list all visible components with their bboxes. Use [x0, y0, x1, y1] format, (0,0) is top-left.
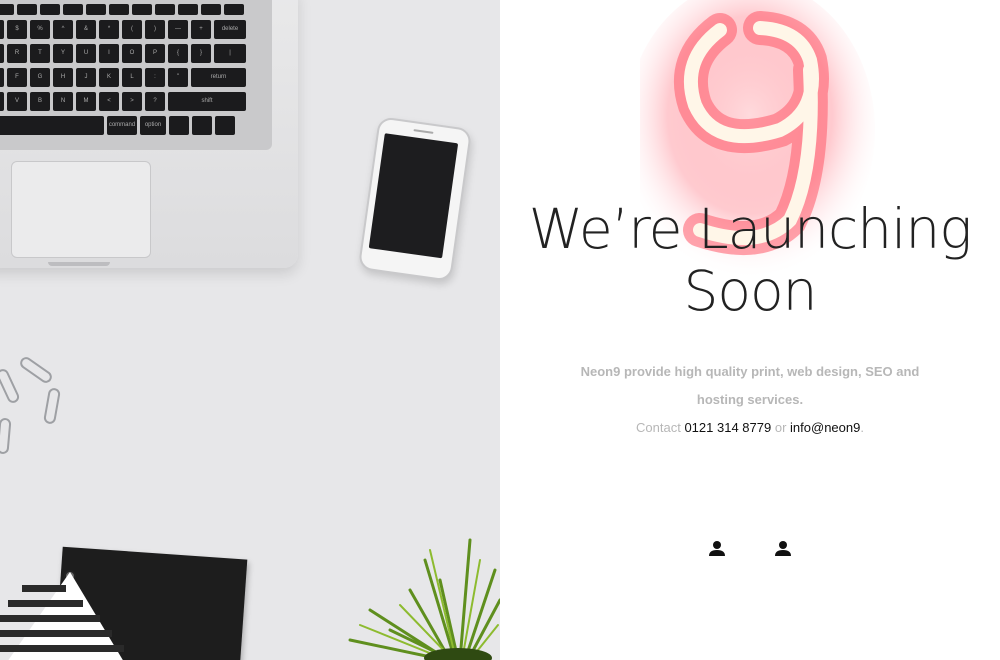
laptop-foot	[48, 262, 110, 266]
social-link-2[interactable]	[774, 540, 792, 556]
email-link[interactable]: info@neon9	[790, 420, 860, 435]
paperclip-image	[0, 417, 12, 455]
paperclip-image	[0, 367, 22, 405]
hero-photo: # $ % ^ & * ( ) — + delete E R T Y U I O…	[0, 0, 500, 660]
heading-line-1: We’re Launching	[528, 197, 973, 261]
heading-line-2: Soon	[683, 259, 817, 323]
description: Neon9 provide high quality print, web de…	[580, 364, 920, 407]
paperclip-image	[17, 354, 55, 386]
user-icon	[709, 541, 725, 556]
paperclip-image	[42, 387, 62, 425]
laptop-trackpad	[11, 161, 151, 258]
key-row-1: # $ % ^ & * ( ) — + delete	[0, 20, 246, 39]
social-link-1[interactable]	[708, 540, 726, 556]
stripe	[8, 600, 83, 607]
contact-suffix: .	[860, 420, 864, 435]
stripe	[0, 630, 112, 637]
page-title: We’re Launching Soon	[520, 198, 980, 322]
contact-or: or	[774, 420, 787, 435]
key-row-4: C V B N M < > ? shift	[0, 92, 246, 111]
key-row-3: D F G H J K L : " return	[0, 68, 246, 87]
laptop-keyboard: # $ % ^ & * ( ) — + delete E R T Y U I O…	[0, 0, 272, 150]
contact-line: Contact 0121 314 8779 or info@neon9.	[570, 414, 930, 442]
stripe	[0, 645, 124, 652]
key-row-2: E R T Y U I O P { } |	[0, 44, 246, 63]
phone-screen	[368, 133, 459, 259]
key-row-fn	[0, 4, 244, 15]
plant-image	[348, 538, 500, 660]
contact-prefix: Contact	[636, 420, 681, 435]
key-row-5: command option	[0, 116, 235, 135]
phone-image	[357, 116, 473, 282]
phone-speaker	[413, 129, 434, 134]
stripe	[22, 585, 66, 592]
stripe	[0, 615, 100, 622]
user-icon	[775, 541, 791, 556]
phone-link[interactable]: 0121 314 8779	[684, 420, 771, 435]
